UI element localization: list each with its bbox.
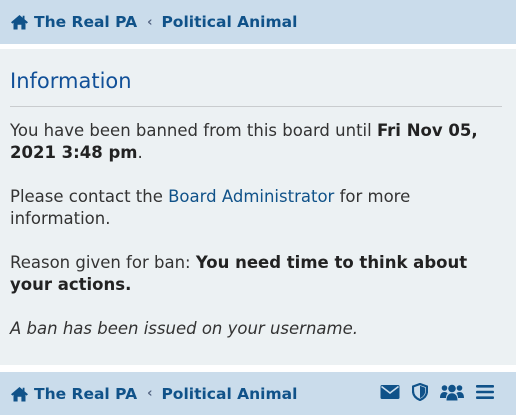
breadcrumb-home-label: The Real PA — [34, 384, 138, 403]
home-icon — [10, 14, 29, 30]
breadcrumb-home-label: The Real PA — [34, 13, 138, 31]
top-navbar: The Real PA ‹ Political Animal — [0, 0, 516, 44]
breadcrumb-forum-link-bottom[interactable]: Political Animal — [161, 385, 297, 403]
users-icon[interactable] — [440, 383, 464, 405]
bottom-nav-icons — [380, 372, 494, 415]
panel-title: Information — [10, 69, 132, 93]
chevron-left-icon: ‹ — [147, 386, 153, 401]
breadcrumb-forum-label: Political Animal — [161, 384, 298, 403]
chevron-left-icon: ‹ — [147, 14, 153, 30]
page: The Real PA ‹ Political Animal Informati… — [0, 0, 518, 415]
title-divider — [10, 106, 502, 107]
ban-message-suffix: . — [137, 143, 143, 162]
contact-message: Please contact the Board Administrator f… — [10, 186, 506, 230]
ban-notice: A ban has been issued on your username. — [10, 319, 358, 338]
envelope-icon[interactable] — [380, 384, 400, 404]
breadcrumb-forum-label: Political Animal — [161, 13, 298, 31]
information-panel: Information You have been banned from th… — [0, 49, 516, 365]
ban-reason-label: Reason given for ban: — [10, 253, 196, 272]
breadcrumb-home-link[interactable]: The Real PA — [10, 13, 137, 31]
breadcrumb-home-link-bottom[interactable]: The Real PA — [10, 385, 137, 403]
shield-icon[interactable] — [411, 382, 429, 405]
home-icon — [10, 386, 29, 402]
ban-message-prefix: You have been banned from this board unt… — [10, 121, 377, 140]
hamburger-menu-icon[interactable] — [476, 384, 494, 404]
contact-prefix: Please contact the — [10, 187, 169, 206]
ban-message: You have been banned from this board unt… — [10, 120, 506, 164]
ban-reason: Reason given for ban: You need time to t… — [10, 252, 506, 296]
board-administrator-link[interactable]: Board Administrator — [168, 187, 334, 206]
breadcrumb-forum-link[interactable]: Political Animal — [161, 13, 297, 31]
bottom-navbar: The Real PA ‹ Political Animal — [0, 372, 516, 415]
